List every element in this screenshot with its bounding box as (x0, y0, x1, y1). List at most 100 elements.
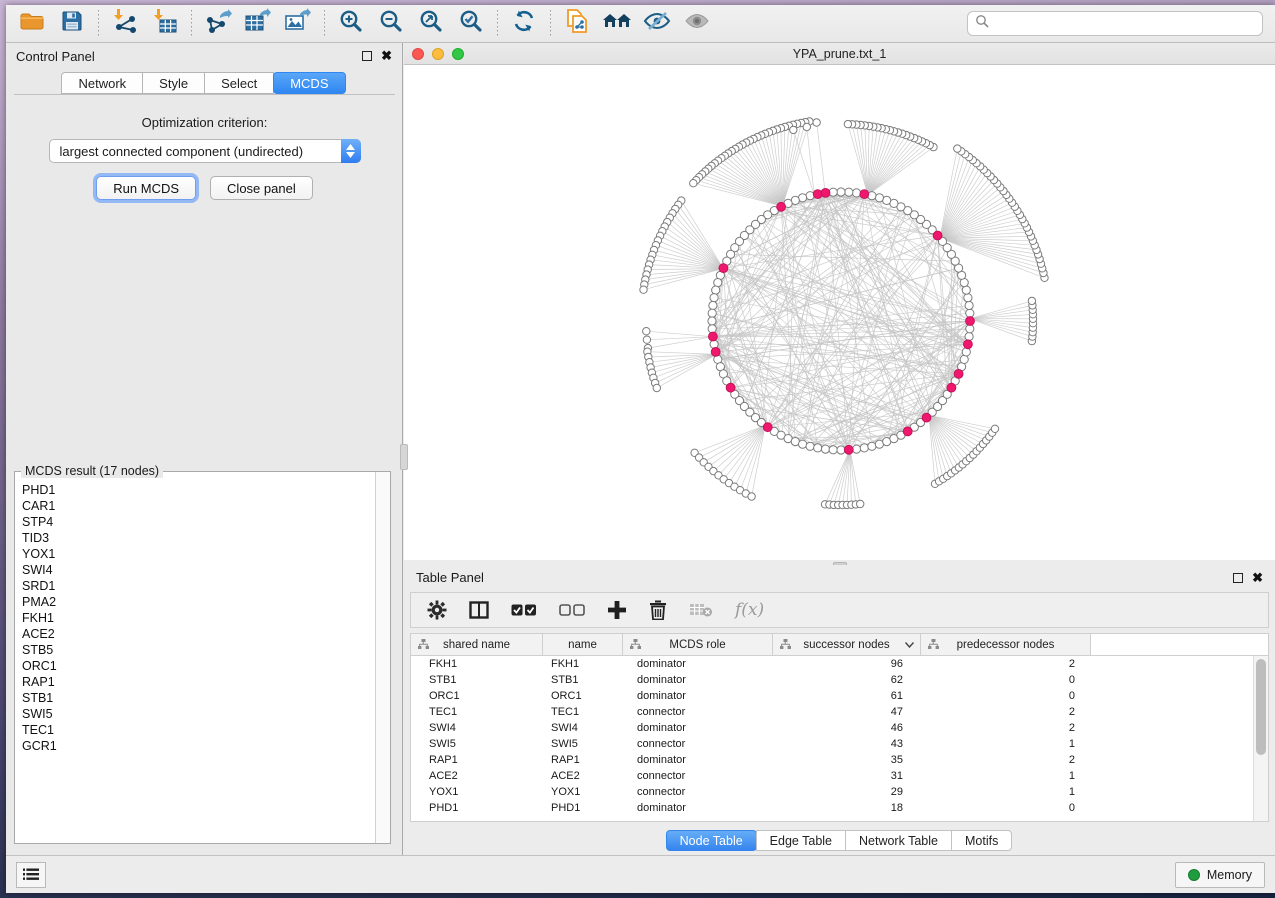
table-row[interactable]: YOX1YOX1connector291 (411, 784, 1253, 800)
zoom-in-button[interactable] (331, 8, 371, 40)
mcds-result-item[interactable]: STP4 (22, 514, 375, 530)
mcds-list-scrollbar[interactable] (375, 472, 390, 843)
mcds-node[interactable] (860, 190, 869, 199)
network-node[interactable] (868, 442, 876, 450)
network-node[interactable] (965, 301, 973, 309)
network-node[interactable] (964, 294, 972, 302)
network-node[interactable] (837, 446, 845, 454)
tab-mcds[interactable]: MCDS (273, 72, 345, 94)
tab-select[interactable]: Select (204, 72, 274, 94)
float-table-panel-icon[interactable] (1233, 573, 1243, 583)
export-table-button[interactable] (238, 8, 278, 40)
import-network-button[interactable] (105, 8, 145, 40)
network-node[interactable] (845, 188, 853, 196)
mcds-node[interactable] (933, 231, 942, 240)
table-row[interactable]: ACE2ACE2connector311 (411, 768, 1253, 784)
mcds-result-item[interactable]: ACE2 (22, 626, 375, 642)
mcds-result-item[interactable]: TID3 (22, 530, 375, 546)
import-table-button[interactable] (145, 8, 185, 40)
network-node[interactable] (875, 194, 883, 202)
network-node[interactable] (708, 309, 716, 317)
mcds-node[interactable] (844, 445, 853, 454)
network-node[interactable] (806, 442, 814, 450)
mcds-node[interactable] (964, 340, 973, 349)
column-header-successor-nodes[interactable]: successor nodes (773, 634, 921, 655)
close-panel-button[interactable]: Close panel (210, 176, 313, 200)
network-node[interactable] (813, 119, 820, 126)
network-node[interactable] (714, 279, 722, 287)
mcds-result-item[interactable]: FKH1 (22, 610, 375, 626)
zoom-selected-button[interactable] (451, 8, 491, 40)
network-node[interactable] (653, 384, 660, 391)
float-panel-icon[interactable] (362, 51, 372, 61)
open-session-button[interactable] (12, 8, 52, 40)
network-node[interactable] (860, 444, 868, 452)
network-node[interactable] (710, 294, 718, 302)
network-node[interactable] (821, 445, 829, 453)
deselect-all-rows-button[interactable] (559, 603, 585, 617)
tab-style[interactable]: Style (142, 72, 205, 94)
table-row[interactable]: PHD1PHD1dominator180 (411, 800, 1253, 816)
memory-button[interactable]: Memory (1175, 862, 1265, 888)
network-node[interactable] (799, 440, 807, 448)
table-row[interactable]: FKH1FKH1dominator962 (411, 656, 1253, 672)
mcds-node[interactable] (777, 202, 786, 211)
table-row[interactable]: RAP1RAP1dominator352 (411, 752, 1253, 768)
network-node[interactable] (712, 286, 720, 294)
mcds-result-item[interactable]: PHD1 (22, 482, 375, 498)
zoom-fit-button[interactable] (411, 8, 451, 40)
run-mcds-button[interactable]: Run MCDS (96, 176, 196, 200)
function-builder-button[interactable]: f(x) (735, 600, 764, 620)
network-node[interactable] (857, 500, 864, 507)
table-row[interactable]: SWI4SWI4dominator462 (411, 720, 1253, 736)
network-node[interactable] (966, 325, 974, 333)
network-node[interactable] (748, 493, 755, 500)
mcds-result-item[interactable]: GCR1 (22, 738, 375, 754)
tab-network[interactable]: Network (61, 72, 143, 94)
network-node[interactable] (829, 446, 837, 454)
mcds-node[interactable] (719, 264, 728, 273)
vertical-splitter-grip[interactable] (400, 444, 408, 470)
network-node[interactable] (962, 286, 970, 294)
network-node[interactable] (965, 332, 973, 340)
table-scrollbar[interactable] (1253, 656, 1268, 821)
delete-column-button[interactable] (649, 600, 667, 620)
search-input[interactable] (994, 17, 1255, 31)
first-neighbors-button[interactable] (597, 8, 637, 40)
network-node[interactable] (643, 328, 650, 335)
mcds-result-item[interactable]: TEC1 (22, 722, 375, 738)
network-node[interactable] (960, 355, 968, 363)
mcds-node[interactable] (709, 332, 718, 341)
mcds-result-item[interactable]: SWI4 (22, 562, 375, 578)
export-image-button[interactable] (278, 8, 318, 40)
network-node[interactable] (837, 188, 845, 196)
network-node[interactable] (640, 286, 647, 293)
add-column-button[interactable] (607, 600, 627, 620)
mcds-result-item[interactable]: ORC1 (22, 658, 375, 674)
table-row[interactable]: STB1STB1dominator620 (411, 672, 1253, 688)
network-node[interactable] (790, 126, 797, 133)
mcds-result-list[interactable]: PHD1CAR1STP4TID3YOX1SWI4SRD1PMA2FKH1ACE2… (16, 478, 375, 842)
column-visibility-button[interactable] (469, 601, 489, 619)
column-header-name[interactable]: name (543, 634, 623, 655)
duplicate-network-button[interactable] (557, 8, 597, 40)
network-node[interactable] (803, 123, 810, 130)
column-header-predecessor-nodes[interactable]: predecessor nodes (921, 634, 1091, 655)
table-row[interactable]: SWI5SWI5connector431 (411, 736, 1253, 752)
mcds-result-item[interactable]: STB1 (22, 690, 375, 706)
network-node[interactable] (690, 180, 697, 187)
mcds-result-item[interactable]: YOX1 (22, 546, 375, 562)
mcds-result-item[interactable]: SRD1 (22, 578, 375, 594)
network-node[interactable] (844, 120, 851, 127)
mcds-node[interactable] (821, 189, 830, 198)
network-node[interactable] (814, 444, 822, 452)
mcds-node[interactable] (726, 383, 735, 392)
table-options-button[interactable] (427, 600, 447, 620)
network-node[interactable] (991, 425, 998, 432)
mcds-result-item[interactable]: RAP1 (22, 674, 375, 690)
export-network-button[interactable] (198, 8, 238, 40)
mcds-node[interactable] (954, 370, 963, 379)
close-table-panel-icon[interactable]: ✖ (1252, 573, 1263, 583)
column-header-shared-name[interactable]: shared name (411, 634, 543, 655)
table-row[interactable]: TEC1TEC1connector472 (411, 704, 1253, 720)
